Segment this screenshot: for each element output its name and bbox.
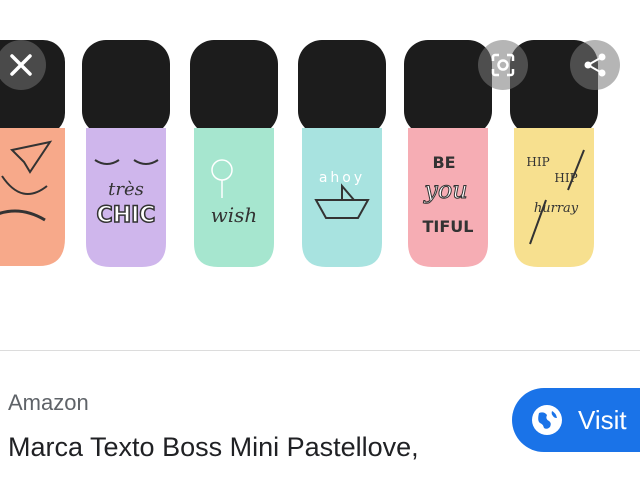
- product-image[interactable]: très CHIC wish ahoy BE you TIFUL HIP HIP…: [0, 0, 640, 350]
- lens-button[interactable]: [478, 40, 528, 90]
- highlighter-text: TIFUL: [423, 217, 474, 236]
- highlighter-lavender: très CHIC: [82, 40, 170, 267]
- close-icon: [10, 54, 32, 76]
- share-icon: [584, 53, 606, 77]
- highlighter-mint: wish: [190, 40, 278, 267]
- product-title[interactable]: Marca Texto Boss Mini Pastellove,: [8, 432, 419, 463]
- share-button[interactable]: [570, 40, 620, 90]
- highlighter-text: you: [423, 176, 467, 204]
- globe-icon: [532, 405, 562, 435]
- highlighter-text: très: [108, 179, 144, 200]
- visit-label: Visit: [578, 404, 627, 435]
- lens-icon: [491, 53, 515, 77]
- divider: [0, 350, 640, 351]
- highlighter-aqua: ahoy: [298, 40, 386, 267]
- highlighter-text: BE: [432, 153, 455, 172]
- highlighters-illustration: très CHIC wish ahoy BE you TIFUL HIP HIP…: [0, 40, 598, 267]
- visit-button[interactable]: Visit: [512, 388, 640, 452]
- source-label[interactable]: Amazon: [8, 390, 89, 416]
- highlighter-text: ahoy: [319, 170, 365, 186]
- highlighter-text: CHIC: [97, 203, 156, 228]
- highlighter-text: HIP: [526, 155, 549, 169]
- highlighter-text: wish: [211, 203, 258, 227]
